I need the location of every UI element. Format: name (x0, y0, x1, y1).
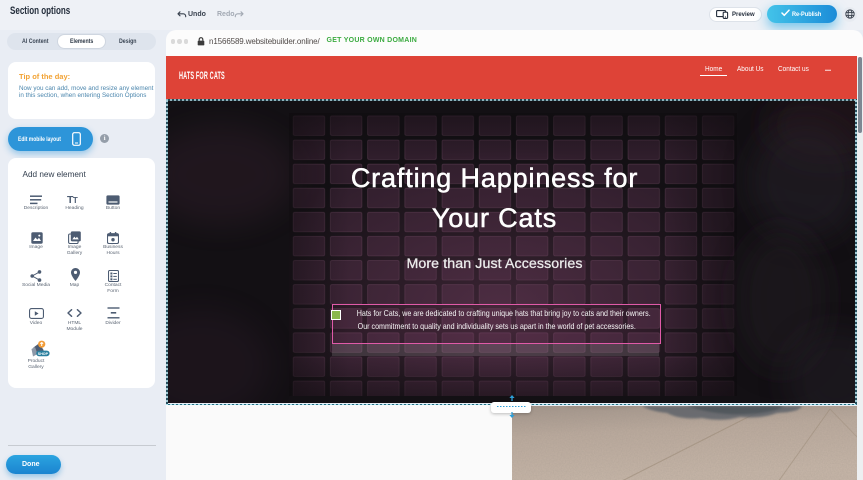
svg-text:SHOP: SHOP (38, 352, 49, 356)
